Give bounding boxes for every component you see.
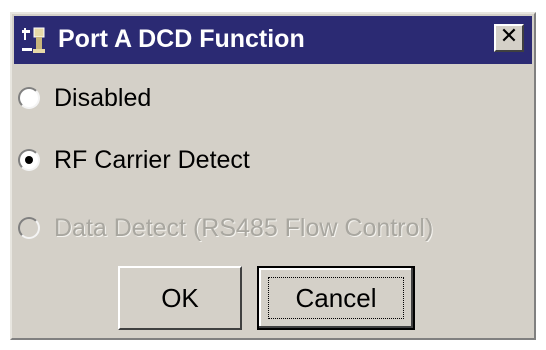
radio-disabled[interactable] (18, 87, 40, 109)
title-bar[interactable]: Port A DCD Function ✕ (14, 16, 532, 64)
ok-button-label: OK (161, 282, 199, 313)
dialog-title: Port A DCD Function (58, 25, 305, 53)
port-dcd-dialog: Port A DCD Function ✕ Disabled RF Carrie… (10, 12, 536, 340)
close-button[interactable]: ✕ (494, 24, 524, 52)
option-label-data-detect: Data Detect (RS485 Flow Control) (54, 213, 434, 242)
cancel-button[interactable]: Cancel (257, 266, 415, 330)
app-plug-icon (22, 27, 45, 53)
option-disabled[interactable]: Disabled (18, 80, 151, 116)
radio-data-detect (18, 217, 40, 239)
option-data-detect: Data Detect (RS485 Flow Control) (18, 210, 433, 246)
close-icon: ✕ (499, 24, 519, 49)
radio-rf-carrier-detect[interactable] (18, 149, 40, 171)
cancel-button-label: Cancel (295, 282, 377, 313)
option-rf-carrier-detect[interactable]: RF Carrier Detect (18, 142, 250, 178)
ok-button[interactable]: OK (118, 266, 242, 330)
option-label-rf-carrier-detect: RF Carrier Detect (54, 145, 250, 174)
option-label-disabled: Disabled (54, 83, 152, 112)
